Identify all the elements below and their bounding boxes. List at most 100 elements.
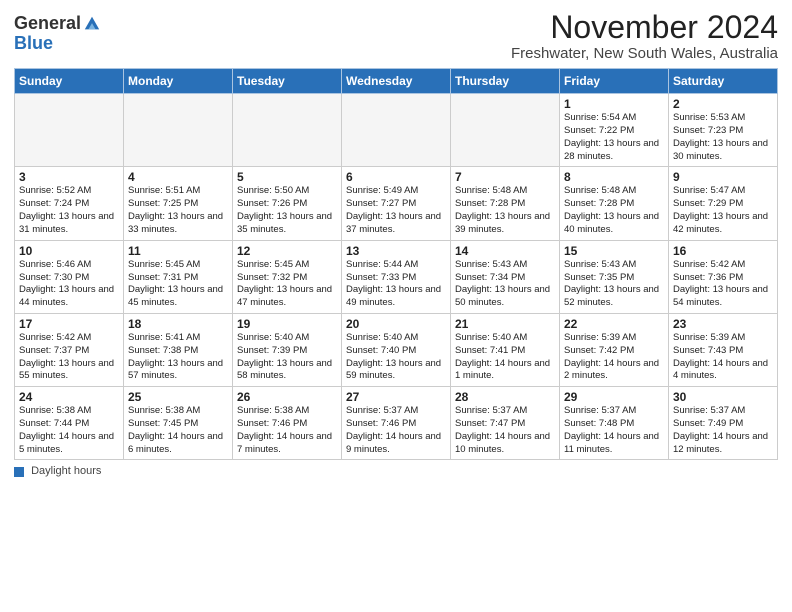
- day-number: 15: [564, 244, 664, 258]
- table-row: 15Sunrise: 5:43 AM Sunset: 7:35 PM Dayli…: [560, 240, 669, 313]
- day-info: Sunrise: 5:40 AM Sunset: 7:41 PM Dayligh…: [455, 332, 555, 383]
- day-number: 11: [128, 244, 228, 258]
- logo-icon: [83, 15, 101, 33]
- col-friday: Friday: [560, 69, 669, 94]
- day-info: Sunrise: 5:43 AM Sunset: 7:35 PM Dayligh…: [564, 259, 664, 310]
- calendar-week-row: 17Sunrise: 5:42 AM Sunset: 7:37 PM Dayli…: [15, 313, 778, 386]
- table-row: 27Sunrise: 5:37 AM Sunset: 7:46 PM Dayli…: [342, 387, 451, 460]
- table-row: 6Sunrise: 5:49 AM Sunset: 7:27 PM Daylig…: [342, 167, 451, 240]
- day-info: Sunrise: 5:37 AM Sunset: 7:46 PM Dayligh…: [346, 405, 446, 456]
- day-number: 19: [237, 317, 337, 331]
- page: General Blue November 2024 Freshwater, N…: [0, 0, 792, 487]
- day-info: Sunrise: 5:48 AM Sunset: 7:28 PM Dayligh…: [455, 185, 555, 236]
- table-row: 12Sunrise: 5:45 AM Sunset: 7:32 PM Dayli…: [233, 240, 342, 313]
- logo: General Blue: [14, 14, 101, 54]
- day-info: Sunrise: 5:42 AM Sunset: 7:37 PM Dayligh…: [19, 332, 119, 383]
- day-info: Sunrise: 5:38 AM Sunset: 7:46 PM Dayligh…: [237, 405, 337, 456]
- day-info: Sunrise: 5:40 AM Sunset: 7:39 PM Dayligh…: [237, 332, 337, 383]
- day-info: Sunrise: 5:46 AM Sunset: 7:30 PM Dayligh…: [19, 259, 119, 310]
- table-row: 25Sunrise: 5:38 AM Sunset: 7:45 PM Dayli…: [124, 387, 233, 460]
- table-row: 10Sunrise: 5:46 AM Sunset: 7:30 PM Dayli…: [15, 240, 124, 313]
- day-number: 29: [564, 390, 664, 404]
- day-info: Sunrise: 5:37 AM Sunset: 7:49 PM Dayligh…: [673, 405, 773, 456]
- table-row: 18Sunrise: 5:41 AM Sunset: 7:38 PM Dayli…: [124, 313, 233, 386]
- day-info: Sunrise: 5:48 AM Sunset: 7:28 PM Dayligh…: [564, 185, 664, 236]
- day-number: 18: [128, 317, 228, 331]
- day-info: Sunrise: 5:45 AM Sunset: 7:32 PM Dayligh…: [237, 259, 337, 310]
- day-number: 14: [455, 244, 555, 258]
- table-row: 22Sunrise: 5:39 AM Sunset: 7:42 PM Dayli…: [560, 313, 669, 386]
- day-number: 6: [346, 170, 446, 184]
- calendar-week-row: 10Sunrise: 5:46 AM Sunset: 7:30 PM Dayli…: [15, 240, 778, 313]
- day-number: 20: [346, 317, 446, 331]
- table-row: 24Sunrise: 5:38 AM Sunset: 7:44 PM Dayli…: [15, 387, 124, 460]
- day-info: Sunrise: 5:44 AM Sunset: 7:33 PM Dayligh…: [346, 259, 446, 310]
- table-row: 2Sunrise: 5:53 AM Sunset: 7:23 PM Daylig…: [669, 94, 778, 167]
- table-row: 4Sunrise: 5:51 AM Sunset: 7:25 PM Daylig…: [124, 167, 233, 240]
- col-saturday: Saturday: [669, 69, 778, 94]
- day-info: Sunrise: 5:53 AM Sunset: 7:23 PM Dayligh…: [673, 112, 773, 163]
- table-row: [233, 94, 342, 167]
- day-info: Sunrise: 5:39 AM Sunset: 7:42 PM Dayligh…: [564, 332, 664, 383]
- logo-general-text: General: [14, 14, 81, 34]
- day-info: Sunrise: 5:49 AM Sunset: 7:27 PM Dayligh…: [346, 185, 446, 236]
- table-row: 20Sunrise: 5:40 AM Sunset: 7:40 PM Dayli…: [342, 313, 451, 386]
- table-row: 17Sunrise: 5:42 AM Sunset: 7:37 PM Dayli…: [15, 313, 124, 386]
- table-row: 28Sunrise: 5:37 AM Sunset: 7:47 PM Dayli…: [451, 387, 560, 460]
- day-info: Sunrise: 5:52 AM Sunset: 7:24 PM Dayligh…: [19, 185, 119, 236]
- day-number: 21: [455, 317, 555, 331]
- day-number: 9: [673, 170, 773, 184]
- table-row: [342, 94, 451, 167]
- day-number: 13: [346, 244, 446, 258]
- table-row: 21Sunrise: 5:40 AM Sunset: 7:41 PM Dayli…: [451, 313, 560, 386]
- day-info: Sunrise: 5:42 AM Sunset: 7:36 PM Dayligh…: [673, 259, 773, 310]
- table-row: 23Sunrise: 5:39 AM Sunset: 7:43 PM Dayli…: [669, 313, 778, 386]
- table-row: 13Sunrise: 5:44 AM Sunset: 7:33 PM Dayli…: [342, 240, 451, 313]
- day-info: Sunrise: 5:37 AM Sunset: 7:47 PM Dayligh…: [455, 405, 555, 456]
- col-sunday: Sunday: [15, 69, 124, 94]
- table-row: [451, 94, 560, 167]
- day-number: 1: [564, 97, 664, 111]
- day-info: Sunrise: 5:50 AM Sunset: 7:26 PM Dayligh…: [237, 185, 337, 236]
- day-number: 5: [237, 170, 337, 184]
- day-number: 7: [455, 170, 555, 184]
- logo-blue-text: Blue: [14, 33, 53, 53]
- table-row: 1Sunrise: 5:54 AM Sunset: 7:22 PM Daylig…: [560, 94, 669, 167]
- col-monday: Monday: [124, 69, 233, 94]
- day-number: 26: [237, 390, 337, 404]
- page-subtitle: Freshwater, New South Wales, Australia: [511, 45, 778, 62]
- table-row: 26Sunrise: 5:38 AM Sunset: 7:46 PM Dayli…: [233, 387, 342, 460]
- day-info: Sunrise: 5:47 AM Sunset: 7:29 PM Dayligh…: [673, 185, 773, 236]
- day-number: 25: [128, 390, 228, 404]
- table-row: 9Sunrise: 5:47 AM Sunset: 7:29 PM Daylig…: [669, 167, 778, 240]
- day-number: 2: [673, 97, 773, 111]
- calendar-header-row: Sunday Monday Tuesday Wednesday Thursday…: [15, 69, 778, 94]
- day-number: 16: [673, 244, 773, 258]
- legend-dot: [14, 467, 24, 477]
- calendar-week-row: 3Sunrise: 5:52 AM Sunset: 7:24 PM Daylig…: [15, 167, 778, 240]
- day-info: Sunrise: 5:45 AM Sunset: 7:31 PM Dayligh…: [128, 259, 228, 310]
- table-row: 19Sunrise: 5:40 AM Sunset: 7:39 PM Dayli…: [233, 313, 342, 386]
- day-info: Sunrise: 5:51 AM Sunset: 7:25 PM Dayligh…: [128, 185, 228, 236]
- table-row: [15, 94, 124, 167]
- day-number: 12: [237, 244, 337, 258]
- legend-label: Daylight hours: [31, 465, 101, 477]
- day-info: Sunrise: 5:37 AM Sunset: 7:48 PM Dayligh…: [564, 405, 664, 456]
- day-number: 23: [673, 317, 773, 331]
- calendar-week-row: 24Sunrise: 5:38 AM Sunset: 7:44 PM Dayli…: [15, 387, 778, 460]
- day-number: 28: [455, 390, 555, 404]
- day-number: 27: [346, 390, 446, 404]
- table-row: 16Sunrise: 5:42 AM Sunset: 7:36 PM Dayli…: [669, 240, 778, 313]
- page-title: November 2024: [511, 10, 778, 45]
- day-info: Sunrise: 5:40 AM Sunset: 7:40 PM Dayligh…: [346, 332, 446, 383]
- day-number: 10: [19, 244, 119, 258]
- title-block: November 2024 Freshwater, New South Wale…: [511, 10, 778, 62]
- day-number: 3: [19, 170, 119, 184]
- table-row: 5Sunrise: 5:50 AM Sunset: 7:26 PM Daylig…: [233, 167, 342, 240]
- col-thursday: Thursday: [451, 69, 560, 94]
- day-info: Sunrise: 5:39 AM Sunset: 7:43 PM Dayligh…: [673, 332, 773, 383]
- col-wednesday: Wednesday: [342, 69, 451, 94]
- day-number: 24: [19, 390, 119, 404]
- legend: Daylight hours: [14, 465, 778, 477]
- table-row: 29Sunrise: 5:37 AM Sunset: 7:48 PM Dayli…: [560, 387, 669, 460]
